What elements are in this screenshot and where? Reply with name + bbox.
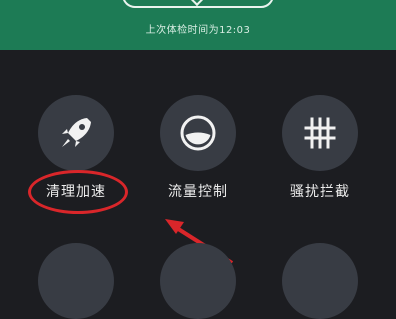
tile-icon-circle[interactable]: [38, 243, 114, 319]
pointer-arrow: [165, 219, 234, 263]
tile-icon-circle[interactable]: [282, 243, 358, 319]
tile-icon-circle[interactable]: [160, 243, 236, 319]
